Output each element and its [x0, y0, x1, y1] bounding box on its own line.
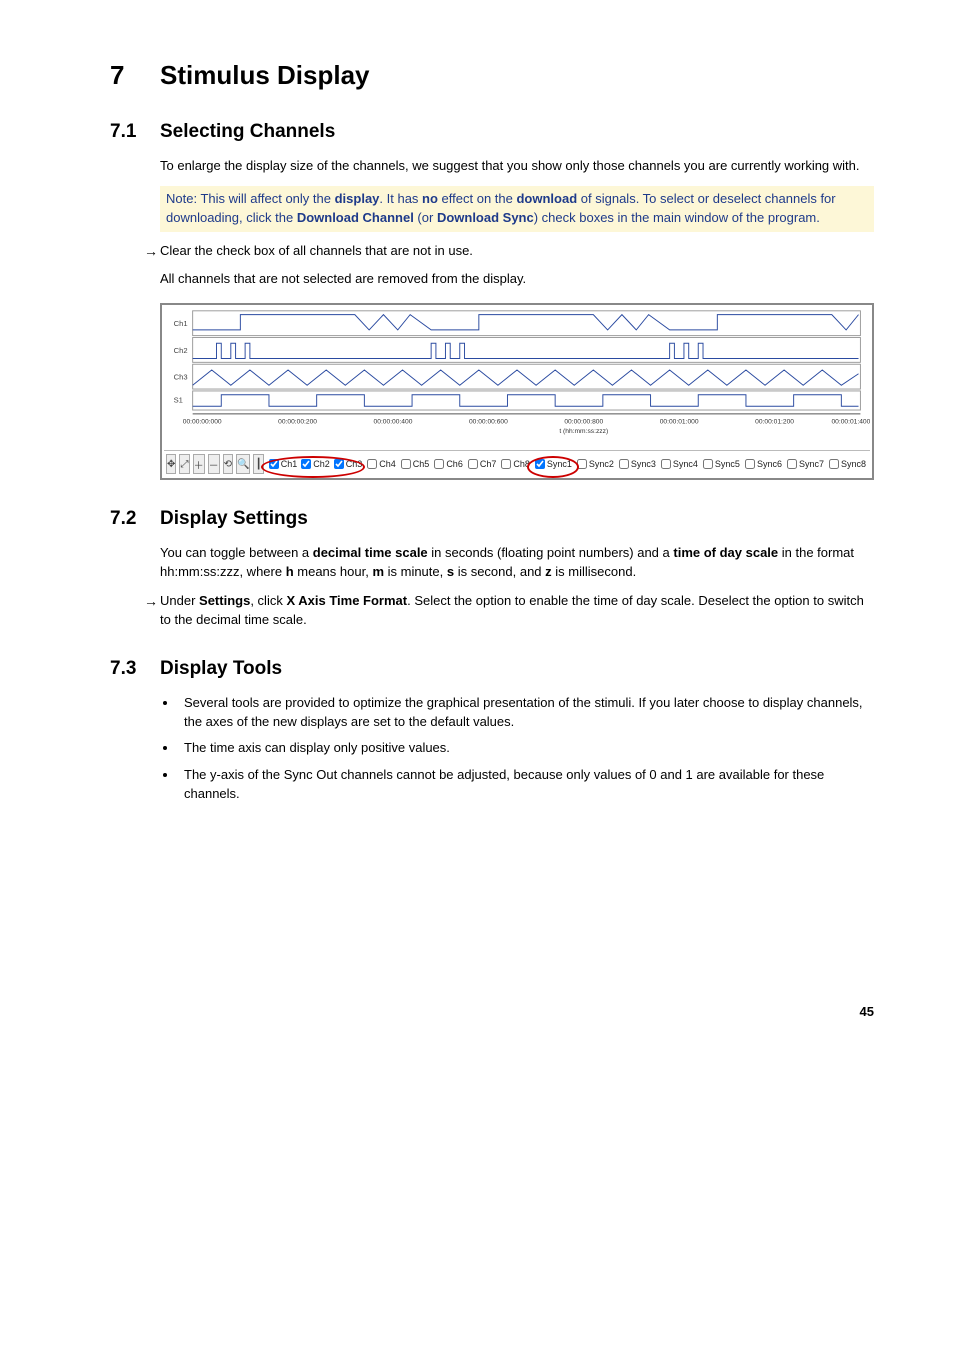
checkbox-ch8[interactable]: Ch8: [501, 459, 530, 469]
checkbox-sync6[interactable]: Sync6: [745, 459, 782, 469]
list-item: The y-axis of the Sync Out channels cann…: [178, 766, 874, 804]
checkbox-ch6[interactable]: Ch6: [434, 459, 463, 469]
chart-screenshot: Ch1 Ch2 Ch3 S1 00:00:00:000 00:00:00:200…: [160, 303, 874, 480]
checkbox-ch5[interactable]: Ch5: [401, 459, 430, 469]
checkbox-sync5[interactable]: Sync5: [703, 459, 740, 469]
xtick: 00:00:00:200: [278, 419, 317, 426]
heading-title: Display Settings: [160, 508, 308, 529]
paragraph: You can toggle between a decimal time sc…: [160, 544, 874, 582]
chart-toolbar: ✥ ⤢ ＋ － ⟲ 🔍 ┃ Ch1 Ch2 Ch3 Ch4 Ch5 Ch6 Ch…: [164, 450, 870, 476]
reset-zoom-button[interactable]: ⟲: [223, 454, 233, 474]
checkbox-ch7[interactable]: Ch7: [468, 459, 497, 469]
heading-title: Display Tools: [160, 658, 282, 679]
checkbox-ch1[interactable]: Ch1: [269, 459, 298, 469]
heading-number: 7.3: [110, 658, 160, 680]
xtick: 00:00:00:600: [469, 419, 508, 426]
section-heading-7: 7Stimulus Display: [110, 60, 874, 91]
waveform-chart: Ch1 Ch2 Ch3 S1 00:00:00:000 00:00:00:200…: [164, 307, 870, 450]
row-label-s1: S1: [174, 396, 183, 405]
xtick: 00:00:00:000: [183, 419, 222, 426]
xtick: 00:00:01:400: [831, 419, 870, 426]
xtick: 00:00:00:800: [564, 419, 603, 426]
heading-title: Selecting Channels: [160, 121, 335, 142]
checkbox-ch4[interactable]: Ch4: [367, 459, 396, 469]
checkbox-sync1[interactable]: Sync1: [535, 459, 572, 469]
fit-tool-button[interactable]: ⤢: [179, 454, 189, 474]
list-item: The time axis can display only positive …: [178, 739, 874, 758]
arrow-icon: →: [144, 592, 160, 610]
xtick: 00:00:00:400: [374, 419, 413, 426]
checkbox-sync3[interactable]: Sync3: [619, 459, 656, 469]
row-label-ch3: Ch3: [174, 373, 188, 382]
section-heading-7-2: 7.2Display Settings: [110, 508, 874, 530]
row-label-ch2: Ch2: [174, 346, 188, 355]
paragraph: All channels that are not selected are r…: [160, 270, 874, 289]
list-item: Several tools are provided to optimize t…: [178, 694, 874, 732]
checkbox-ch2[interactable]: Ch2: [301, 459, 330, 469]
zoom-out-button[interactable]: －: [208, 454, 220, 474]
zoom-in-button[interactable]: ＋: [193, 454, 205, 474]
zoom-region-button[interactable]: 🔍: [236, 454, 250, 474]
step-line: → Under Settings, click X Axis Time Form…: [144, 592, 874, 630]
move-tool-button[interactable]: ✥: [166, 454, 176, 474]
bullet-list: Several tools are provided to optimize t…: [160, 694, 874, 804]
checkbox-sync8[interactable]: Sync8: [829, 459, 866, 469]
heading-number: 7: [110, 60, 160, 91]
page-number: 45: [110, 1004, 874, 1019]
xtick: 00:00:01:200: [755, 419, 794, 426]
arrow-icon: →: [144, 242, 160, 260]
checkbox-ch3[interactable]: Ch3: [334, 459, 363, 469]
xlabel: t (hh:mm:ss:zzz): [559, 428, 608, 435]
row-label-ch1: Ch1: [174, 319, 188, 328]
section-heading-7-3: 7.3Display Tools: [110, 658, 874, 680]
section-heading-7-1: 7.1Selecting Channels: [110, 121, 874, 143]
heading-number: 7.1: [110, 121, 160, 143]
checkbox-sync7[interactable]: Sync7: [787, 459, 824, 469]
heading-title: Stimulus Display: [160, 60, 370, 90]
cursor-button[interactable]: ┃: [253, 454, 263, 474]
heading-number: 7.2: [110, 508, 160, 530]
checkbox-sync4[interactable]: Sync4: [661, 459, 698, 469]
note-box: Note: This will affect only the display.…: [160, 186, 874, 232]
step-line: → Clear the check box of all channels th…: [144, 242, 874, 261]
xtick: 00:00:01:000: [660, 419, 699, 426]
paragraph: To enlarge the display size of the chann…: [160, 157, 874, 176]
checkbox-sync2[interactable]: Sync2: [577, 459, 614, 469]
